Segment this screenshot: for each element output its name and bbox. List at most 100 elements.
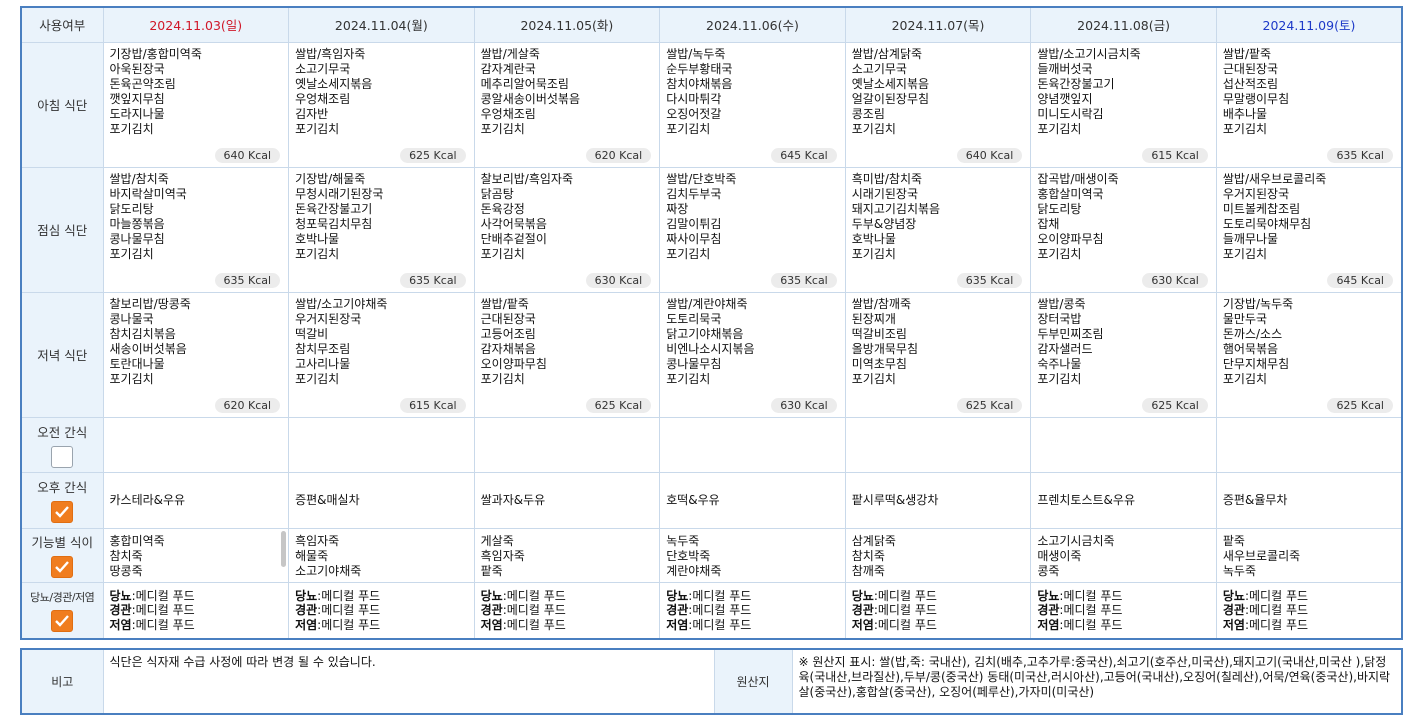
pm-snack-label-cell: 오후 간식 xyxy=(20,471,104,529)
pm-snack-row: 오후 간식 카스테라&우유 증편&매실차 쌀과자&두유 호떡&우유 팥시루떡&생강차 프렌… xyxy=(20,471,1403,529)
func-diet-cell: 녹두죽 단호박죽 계란야채죽 xyxy=(659,527,846,583)
pm-snack-text: 팥시루떡&생강차 xyxy=(851,492,939,507)
day-header-wed: 2024.11.06(수) xyxy=(659,6,846,43)
menu-item: 도토리묵국 xyxy=(666,311,722,326)
menu-item: 아욱된장국 xyxy=(109,61,165,76)
day-header-fri: 2024.11.08(금) xyxy=(1030,6,1217,43)
special-diet-label-cell: 당뇨/경관/저염 xyxy=(20,581,104,640)
kcal-badge: 625 Kcal xyxy=(1327,397,1393,413)
breakfast-row: 아침 식단 기장밥/홍합미역죽 아욱된장국 돈육곤약조림 깻잎지무침 도라지나물 포기김치… xyxy=(20,41,1403,168)
special-diet-item: 저염:메디컬 푸드 xyxy=(1223,618,1395,633)
menu-item: 우엉채조림 xyxy=(295,91,351,106)
func-diet-cell: 팥죽 새우브로콜리죽 녹두죽 xyxy=(1215,527,1403,583)
pm-snack-checkbox[interactable] xyxy=(51,501,74,523)
special-diet-cell: 당뇨:메디컬 푸드 경관:메디컬 푸드 저염:메디컬 푸드 xyxy=(1030,581,1217,640)
pm-snack-text: 증편&매실차 xyxy=(295,492,360,507)
diet-type: 경관 xyxy=(1037,603,1060,617)
diet-type: 저염 xyxy=(851,617,874,632)
menu-item: 흑미밥/참치죽 xyxy=(851,171,923,186)
func-diet-list: 녹두죽 단호박죽 계란야채죽 xyxy=(660,529,845,579)
diet-value: :메디컬 푸드 xyxy=(502,588,566,603)
diet-value: :메디컬 푸드 xyxy=(502,603,566,617)
menu-item: 새송이버섯볶음 xyxy=(109,341,187,356)
menu-item: 포기김치 xyxy=(109,371,154,386)
diet-type: 당뇨 xyxy=(1037,588,1060,603)
menu-item: 쌀밥/콩죽 xyxy=(1037,296,1086,311)
kcal-badge: 645 Kcal xyxy=(771,147,837,163)
menu-item: 들깨버섯국 xyxy=(1037,61,1093,76)
breakfast-cell: 쌀밥/흑임자죽 소고기무국 옛날소세지볶음 우엉채조림 김자반 포기김치 625 Kcal xyxy=(288,41,475,168)
special-diet-item: 당뇨:메디컬 푸드 xyxy=(481,589,654,604)
diet-value: :메디컬 푸드 xyxy=(688,617,752,632)
breakfast-cell: 쌀밥/팥죽 근대된장국 섭산적조림 무말랭이무침 배추나물 포기김치 635 Kcal xyxy=(1215,41,1403,168)
menu-item: 장터국밥 xyxy=(1037,311,1082,326)
func-diet-item: 새우브로콜리죽 xyxy=(1222,548,1301,563)
special-diet-row: 당뇨/경관/저염 당뇨:메디컬 푸드 경관:메디컬 푸드 저염:메디컬 푸드 당뇨:메… xyxy=(20,581,1403,640)
menu-list: 기장밥/홍합미역죽 아욱된장국 돈육곤약조림 깻잎지무침 도라지나물 포기김치 xyxy=(110,47,283,137)
breakfast-cell: 쌀밥/게살죽 감자계란국 메추리알어묵조림 콩알새송이버섯볶음 우엉채조림 포기김치 620… xyxy=(473,41,661,168)
func-diet-item: 매생이죽 xyxy=(1037,548,1082,563)
pm-snack-cell: 카스테라&우유 xyxy=(102,471,290,529)
menu-item: 쌀밥/참깨죽 xyxy=(851,296,911,311)
menu-item: 우거지된장국 xyxy=(1222,186,1290,201)
menu-item: 쌀밥/소고기야채죽 xyxy=(295,296,388,311)
menu-item: 우엉채조림 xyxy=(480,106,536,121)
menu-item: 잡곡밥/매생이죽 xyxy=(1037,171,1119,186)
day-header-tue: 2024.11.05(화) xyxy=(473,6,661,43)
menu-item: 우거지된장국 xyxy=(295,311,362,326)
menu-item: 포기김치 xyxy=(1222,371,1268,386)
day-header-sat: 2024.11.09(토) xyxy=(1215,6,1403,43)
menu-item: 깻잎지무침 xyxy=(109,91,165,106)
menu-item: 배추나물 xyxy=(1222,106,1268,121)
dinner-cell: 기장밥/녹두죽 물만두국 돈까스/소스 햄어묵볶음 단무지채무침 포기김치 625 Kcal xyxy=(1215,291,1403,418)
dinner-cell: 쌀밥/소고기야채죽 우거지된장국 떡갈비 참치무조림 고사리나물 포기김치 615 Kcal xyxy=(288,291,475,418)
func-diet-item: 홍합미역죽 xyxy=(109,533,165,548)
menu-item: 바지락살미역국 xyxy=(109,186,187,201)
kcal-badge: 635 Kcal xyxy=(956,272,1023,288)
menu-item: 쌀밥/흑임자죽 xyxy=(295,46,366,61)
diet-type: 당뇨 xyxy=(109,588,132,603)
menu-item: 포기김치 xyxy=(1222,246,1268,261)
menu-item: 돈육간장불고기 xyxy=(1037,76,1115,91)
menu-item: 짜장 xyxy=(666,201,689,216)
menu-item: 숙주나물 xyxy=(1037,356,1082,371)
am-snack-checkbox[interactable] xyxy=(51,445,74,468)
am-snack-label: 오전 간식 xyxy=(37,424,88,440)
lunch-cell: 잡곡밥/매생이죽 홍합살미역국 닭도리탕 잡채 오이양파무침 포기김치 630 Kcal xyxy=(1030,166,1217,293)
func-diet-item: 단호박죽 xyxy=(666,548,711,563)
menu-item: 호박나물 xyxy=(295,231,340,246)
func-diet-row: 기능별 식이 홍합미역죽 참치죽 땅콩죽 흑임자죽 해물죽 소고기야채죽 게살죽 흑임자죽 팥죽… xyxy=(20,527,1403,583)
diet-type: 경관 xyxy=(851,603,874,617)
pm-snack-cell: 프렌치토스트&우유 xyxy=(1030,471,1217,529)
diet-type: 당뇨 xyxy=(1222,588,1245,603)
menu-item: 쌀밥/팥죽 xyxy=(1222,46,1272,61)
diet-type: 저염 xyxy=(1222,617,1245,632)
menu-list: 쌀밥/팥죽 근대된장국 고등어조림 감자채볶음 오이양파무침 포기김치 xyxy=(481,297,654,387)
menu-list: 쌀밥/콩죽 장터국밥 두부민찌조림 감자샐러드 숙주나물 포기김치 xyxy=(1037,297,1210,387)
func-diet-item: 참깨죽 xyxy=(851,563,885,578)
note-row: 비고 식단은 식자재 수급 사정에 따라 변경 될 수 있습니다. 원산지 ※ … xyxy=(20,648,1403,715)
am-snack-cell xyxy=(1215,416,1403,473)
day-header-sun: 2024.11.03(일) xyxy=(102,6,290,43)
special-diet-list: 당뇨:메디컬 푸드 경관:메디컬 푸드 저염:메디컬 푸드 xyxy=(1031,583,1216,633)
menu-item: 청포묵김치무침 xyxy=(295,216,373,231)
func-diet-checkbox[interactable] xyxy=(51,556,74,578)
menu-item: 포기김치 xyxy=(295,121,340,136)
special-diet-checkbox[interactable] xyxy=(51,609,74,632)
diet-value: :메디컬 푸드 xyxy=(1244,617,1309,632)
dinner-cell: 찰보리밥/땅콩죽 콩나물국 참치김치볶음 새송이버섯볶음 토란대나물 포기김치 620 Kc… xyxy=(102,291,290,418)
menu-list: 쌀밥/단호박죽 김치두부국 짜장 김말이튀김 짜사이무침 포기김치 xyxy=(666,172,839,262)
diet-value: :메디컬 푸드 xyxy=(688,588,752,603)
menu-item: 콩알새송이버섯볶음 xyxy=(480,91,580,106)
menu-item: 포기김치 xyxy=(666,371,711,386)
special-diet-item: 저염:메디컬 푸드 xyxy=(1037,618,1210,633)
menu-list: 쌀밥/계란야채죽 도토리묵국 닭고기야채볶음 비엔나소시지볶음 콩나물무침 포기김치 xyxy=(666,297,839,387)
menu-item: 쌀밥/계란야채죽 xyxy=(666,296,748,311)
special-diet-item: 경관:메디컬 푸드 xyxy=(110,603,283,618)
special-diet-item: 당뇨:메디컬 푸드 xyxy=(1037,589,1210,604)
scrollbar-thumb[interactable] xyxy=(281,530,287,567)
func-diet-item: 팥죽 xyxy=(480,563,503,578)
func-diet-item: 참치죽 xyxy=(109,548,143,563)
note-text: 식단은 식자재 수급 사정에 따라 변경 될 수 있습니다. xyxy=(102,648,715,715)
kcal-badge: 635 Kcal xyxy=(214,272,281,288)
